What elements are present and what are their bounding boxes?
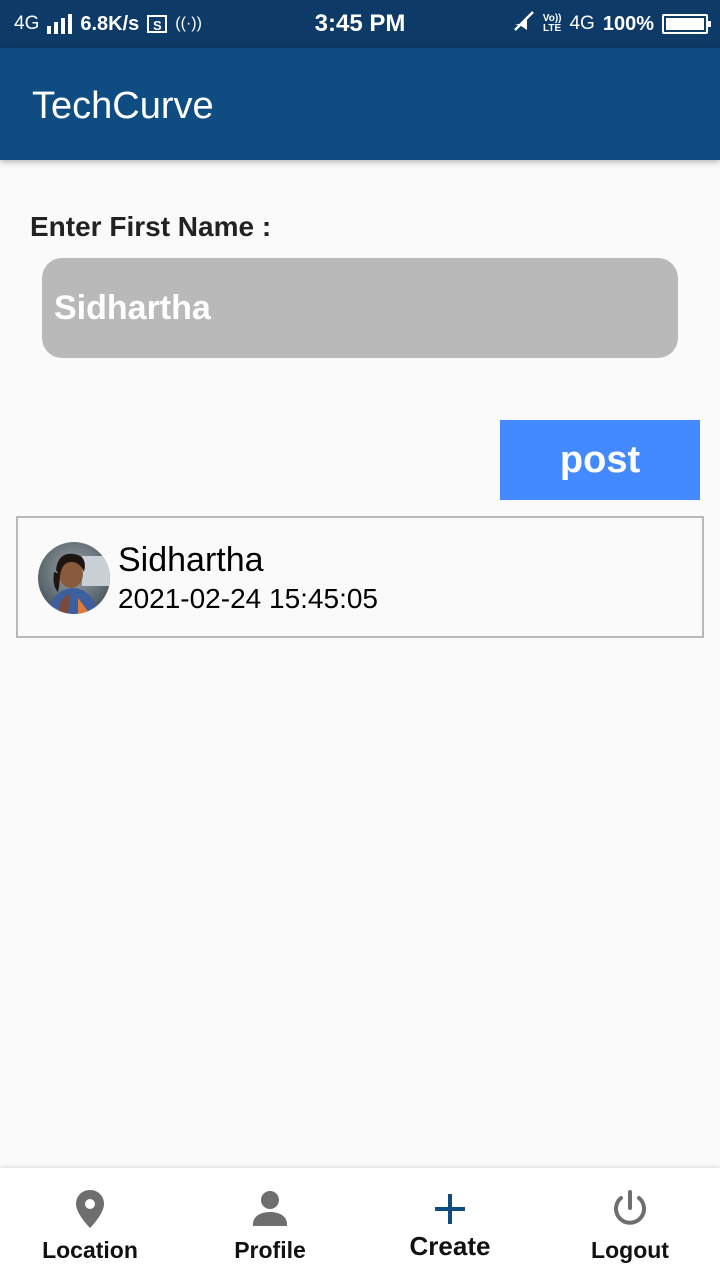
nav-item-profile[interactable]: Profile [180,1168,360,1280]
nav-item-create[interactable]: Create [360,1168,540,1280]
nav-label-logout: Logout [591,1237,669,1263]
post-author-name: Sidhartha [118,541,264,579]
volte-bottom: LTE [543,23,562,34]
person-icon [180,1188,360,1230]
post-card: Sidhartha 2021-02-24 15:45:05 [16,516,704,638]
post-button[interactable]: post [500,420,700,500]
bottom-navigation: Location Profile Create Logout [0,1168,720,1280]
post-timestamp: 2021-02-24 15:45:05 [118,583,378,614]
battery-icon [662,14,711,34]
nav-item-location[interactable]: Location [0,1168,180,1280]
first-name-input[interactable] [42,258,678,358]
nav-item-logout[interactable]: Logout [540,1168,720,1280]
app-bar: TechCurve [0,48,720,160]
status-right-group: Vo)) LTE 4G 100% [513,10,711,38]
avatar [38,542,110,614]
nav-label-create: Create [409,1231,491,1261]
volte-icon: Vo)) LTE [543,14,562,34]
nav-label-profile: Profile [234,1237,306,1263]
avatar-photo [38,542,110,614]
first-name-label: Enter First Name : [30,211,272,242]
network-type-right: 4G [569,13,595,34]
app-title: TechCurve [32,85,214,127]
battery-percent: 100% [602,12,654,35]
nav-label-location: Location [42,1237,138,1263]
plus-icon [360,1188,540,1230]
power-icon [540,1188,720,1230]
location-pin-icon [0,1188,180,1230]
battery-fill [666,18,704,30]
status-bar: 4G 6.8K/s S ((·)) 3:45 PM Vo)) LTE 4G 10… [0,0,720,48]
mute-icon [513,10,535,38]
